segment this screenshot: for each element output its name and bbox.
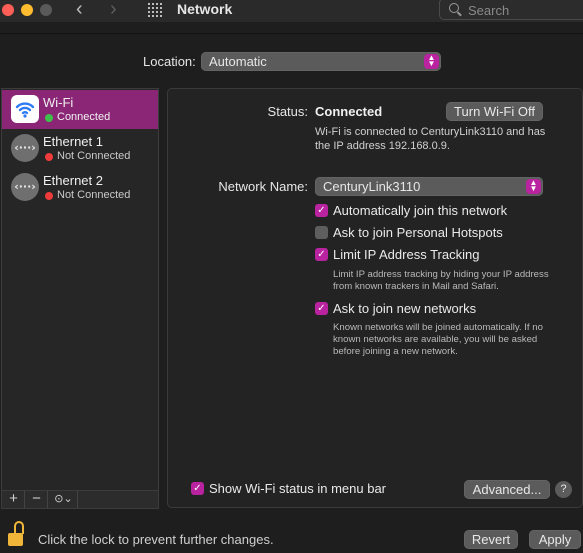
service-item-ethernet-2[interactable]: ‹···› Ethernet 2 Not Connected (2, 168, 158, 207)
checkbox-checked-icon[interactable]: ✓ (315, 248, 328, 261)
window-title: Network (177, 1, 233, 17)
option-label: Ask to join Personal Hotspots (333, 225, 503, 240)
search-icon (449, 3, 459, 13)
checkbox-checked-icon[interactable]: ✓ (315, 302, 328, 315)
option-label: Show Wi-Fi status in menu bar (209, 481, 387, 496)
back-chevron-icon[interactable]: ‹ (76, 0, 83, 19)
toolbar-divider (0, 33, 583, 34)
revert-button[interactable]: Revert (464, 530, 518, 549)
service-item-wifi[interactable]: Wi-Fi Connected (2, 90, 158, 129)
limit-ip-tracking-help: Limit IP address tracking by hiding your… (333, 269, 549, 292)
turn-wifi-off-button[interactable]: Turn Wi-Fi Off (446, 102, 543, 121)
status-dot-red (45, 192, 53, 200)
wifi-icon (11, 95, 39, 123)
search-field[interactable]: Search (439, 0, 583, 20)
checkbox-unchecked-icon[interactable] (315, 226, 328, 239)
service-name: Ethernet 1 (43, 134, 103, 149)
service-name: Ethernet 2 (43, 173, 103, 188)
service-name: Wi-Fi (43, 95, 74, 110)
ask-new-networks-help: Known networks will be joined automatica… (333, 322, 543, 357)
forward-chevron-icon[interactable]: › (110, 0, 117, 19)
location-label: Location: (143, 54, 196, 69)
checkbox-checked-icon[interactable]: ✓ (191, 482, 204, 495)
zoom-window-button[interactable] (40, 4, 52, 16)
service-status: Connected (57, 111, 111, 123)
apply-button[interactable]: Apply (529, 530, 581, 549)
location-popup[interactable]: Automatic ▲ ▼ (201, 52, 441, 71)
action-menu-button[interactable]: ⊙⌄ (50, 491, 78, 508)
popup-chevrons-icon: ▲ ▼ (526, 179, 541, 194)
checkbox-checked-icon[interactable]: ✓ (315, 204, 328, 217)
service-status: Not Connected (57, 150, 131, 162)
minimize-window-button[interactable] (21, 4, 33, 16)
add-service-button[interactable]: + (3, 491, 25, 508)
advanced-button[interactable]: Advanced... (464, 480, 550, 499)
lock-message: Click the lock to prevent further change… (38, 532, 274, 547)
network-name-value: CenturyLink3110 (323, 179, 421, 194)
service-status: Not Connected (57, 189, 131, 201)
service-list: Wi-Fi Connected ‹···› Ethernet 1 Not Con… (1, 88, 159, 492)
close-window-button[interactable] (2, 4, 14, 16)
search-placeholder: Search (468, 3, 510, 18)
lock-icon[interactable] (8, 521, 27, 551)
ethernet-icon: ‹···› (11, 173, 39, 201)
status-dot-red (45, 153, 53, 161)
ethernet-icon: ‹···› (11, 134, 39, 162)
status-value: Connected (315, 104, 383, 119)
popup-chevrons-icon: ▲ ▼ (424, 54, 439, 69)
status-dot-green (45, 114, 53, 122)
help-button[interactable]: ? (555, 481, 572, 498)
option-label: Limit IP Address Tracking (333, 247, 480, 262)
option-label: Automatically join this network (333, 203, 508, 218)
network-name-popup[interactable]: CenturyLink3110 ▲ ▼ (315, 177, 543, 196)
network-name-label: Network Name: (218, 179, 308, 194)
show-all-grid-icon[interactable] (147, 2, 163, 18)
option-label: Ask to join new networks (333, 301, 477, 316)
status-description: Wi-Fi is connected to CenturyLink3110 an… (315, 126, 546, 152)
remove-service-button[interactable]: − (26, 491, 48, 508)
service-item-ethernet-1[interactable]: ‹···› Ethernet 1 Not Connected (2, 129, 158, 168)
service-list-toolbar: + − ⊙⌄ (1, 490, 159, 509)
status-label: Status: (267, 104, 308, 119)
location-value: Automatic (209, 54, 267, 69)
